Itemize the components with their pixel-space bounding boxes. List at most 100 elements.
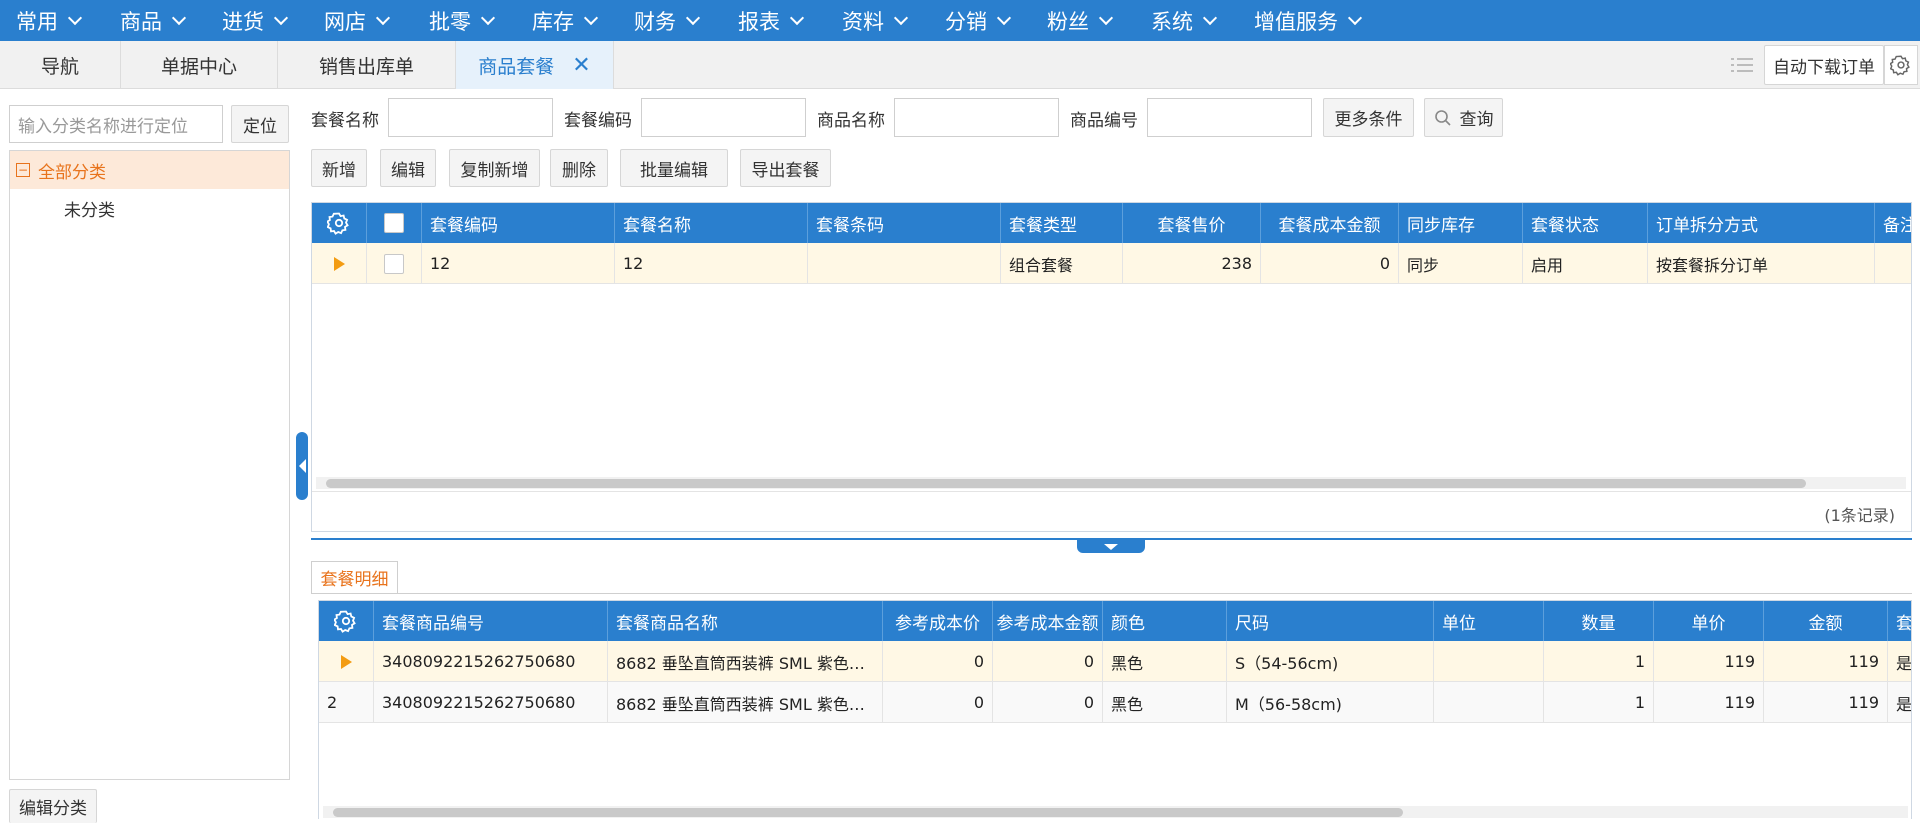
- product-code-input[interactable]: [1147, 98, 1312, 137]
- row-checkbox[interactable]: [384, 253, 404, 274]
- button-label: 编辑: [391, 160, 425, 181]
- package-code-input[interactable]: [641, 98, 806, 137]
- col-amount[interactable]: 金额: [1764, 601, 1888, 641]
- chevron-down-icon: [375, 10, 391, 25]
- gear-icon[interactable]: [1884, 45, 1918, 85]
- nav-menu-common[interactable]: 常用: [16, 0, 83, 41]
- cell-quantity: 1: [1544, 682, 1654, 723]
- more-conditions-button[interactable]: 更多条件: [1323, 98, 1414, 137]
- cell-item-name: 8682 垂坠直筒西装裤 SML 紫色…: [608, 682, 883, 723]
- close-icon[interactable]: ✕: [572, 53, 590, 78]
- tree-node-uncategorized[interactable]: 未分类: [64, 193, 115, 223]
- table-row[interactable]: 3408092215262750680 8682 垂坠直筒西装裤 SML 紫色……: [319, 641, 1911, 682]
- package-grid: 套餐编码 套餐名称 套餐条码 套餐类型 套餐售价 套餐成本金额 同步库存 套餐状…: [311, 202, 1912, 532]
- cell-size: S（54-56cm): [1227, 641, 1434, 682]
- cell-sync-inventory: 同步: [1399, 243, 1523, 284]
- col-item-name[interactable]: 套餐商品名称: [608, 601, 883, 641]
- collapse-left-icon[interactable]: [296, 432, 308, 500]
- tab-label: 单据中心: [160, 55, 237, 78]
- copy-new-button[interactable]: 复制新增: [449, 149, 540, 187]
- cell-color: 黑色: [1103, 641, 1227, 682]
- col-item-code[interactable]: 套餐商品编号: [374, 601, 608, 641]
- horizontal-scrollbar[interactable]: [316, 477, 1906, 489]
- col-package-name[interactable]: 套餐名称: [615, 203, 808, 243]
- nav-menu-product[interactable]: 商品: [120, 0, 187, 41]
- nav-menu-finance[interactable]: 财务: [634, 0, 701, 41]
- nav-menu-data[interactable]: 资料: [842, 0, 909, 41]
- col-package-cost[interactable]: 套餐成本金额: [1261, 203, 1399, 243]
- col-ref-cost[interactable]: 参考成本价: [883, 601, 993, 641]
- col-unit[interactable]: 单位: [1434, 601, 1544, 641]
- query-button[interactable]: 查询: [1424, 98, 1503, 137]
- tab-sales-outbound[interactable]: 销售出库单: [278, 41, 456, 89]
- col-package-status[interactable]: 套餐状态: [1523, 203, 1648, 243]
- row-checkbox-cell[interactable]: [367, 243, 422, 284]
- col-sync-inventory[interactable]: 同步库存: [1399, 203, 1523, 243]
- col-ref-amount[interactable]: 参考成本金额: [993, 601, 1103, 641]
- col-package-code[interactable]: 套餐编码: [422, 203, 615, 243]
- horizontal-scrollbar[interactable]: [323, 806, 1908, 818]
- button-label: 导出套餐: [751, 160, 820, 181]
- package-name-input[interactable]: [388, 98, 553, 137]
- product-name-input[interactable]: [894, 98, 1059, 137]
- scrollbar-thumb[interactable]: [326, 479, 1806, 488]
- chevron-down-icon: [1202, 10, 1218, 25]
- col-extra[interactable]: 套: [1888, 601, 1911, 641]
- nav-menu-fans[interactable]: 粉丝: [1047, 0, 1114, 41]
- col-remark[interactable]: 备注: [1875, 203, 1911, 243]
- auto-download-orders-button[interactable]: 自动下载订单: [1764, 45, 1884, 85]
- placeholder-text: 输入分类名称进行定位: [18, 116, 188, 137]
- chevron-down-icon: [273, 10, 289, 25]
- col-package-price[interactable]: 套餐售价: [1123, 203, 1261, 243]
- grid-header: 套餐编码 套餐名称 套餐条码 套餐类型 套餐售价 套餐成本金额 同步库存 套餐状…: [312, 203, 1911, 243]
- nav-menu-inventory[interactable]: 库存: [532, 0, 599, 41]
- col-package-type[interactable]: 套餐类型: [1001, 203, 1123, 243]
- tab-label: 导航: [40, 55, 79, 78]
- detail-grid-settings-gear-icon[interactable]: [319, 601, 374, 641]
- new-button[interactable]: 新增: [311, 149, 367, 187]
- col-quantity[interactable]: 数量: [1544, 601, 1654, 641]
- delete-button[interactable]: 删除: [550, 149, 608, 187]
- cell-color: 黑色: [1103, 682, 1227, 723]
- edit-button[interactable]: 编辑: [380, 149, 436, 187]
- tree-node-all-categories[interactable]: − 全部分类: [10, 151, 289, 189]
- cell-ref-amount: 0: [993, 641, 1103, 682]
- list-icon[interactable]: [1724, 49, 1760, 81]
- tree-node-label: 全部分类: [38, 162, 106, 183]
- batch-edit-button[interactable]: 批量编辑: [620, 149, 728, 187]
- nav-menu-distribution[interactable]: 分销: [945, 0, 1012, 41]
- minus-box-icon[interactable]: −: [16, 163, 30, 177]
- nav-menu-purchase[interactable]: 进货: [222, 0, 289, 41]
- tab-document-center[interactable]: 单据中心: [121, 41, 278, 89]
- cell-extra: 是: [1888, 641, 1911, 682]
- nav-menu-system[interactable]: 系统: [1151, 0, 1218, 41]
- grid-footer: (1条记录): [312, 491, 1911, 531]
- table-row[interactable]: 2 3408092215262750680 8682 垂坠直筒西装裤 SML 紫…: [319, 682, 1911, 723]
- tab-package-detail[interactable]: 套餐明细: [311, 561, 398, 593]
- button-label: 查询: [1459, 110, 1494, 130]
- export-package-button[interactable]: 导出套餐: [740, 149, 831, 187]
- nav-menu-wholesale[interactable]: 批零: [429, 0, 496, 41]
- scrollbar-thumb[interactable]: [333, 808, 1403, 817]
- nav-menu-online-store[interactable]: 网店: [324, 0, 391, 41]
- col-package-barcode[interactable]: 套餐条码: [808, 203, 1001, 243]
- category-search-input[interactable]: 输入分类名称进行定位: [9, 105, 223, 143]
- tab-navigation[interactable]: 导航: [0, 41, 121, 89]
- nav-menu-reports[interactable]: 报表: [738, 0, 805, 41]
- checkbox[interactable]: [384, 213, 404, 233]
- col-order-split[interactable]: 订单拆分方式: [1648, 203, 1875, 243]
- cell-item-code: 3408092215262750680: [374, 641, 608, 682]
- collapse-down-icon[interactable]: [1077, 540, 1145, 553]
- locate-button[interactable]: 定位: [231, 105, 289, 143]
- select-all-checkbox[interactable]: [367, 203, 422, 243]
- grid-settings-gear-icon[interactable]: [312, 203, 367, 243]
- col-color[interactable]: 颜色: [1103, 601, 1227, 641]
- nav-menu-value-added[interactable]: 增值服务: [1254, 0, 1363, 41]
- cell-order-split: 按套餐拆分订单: [1648, 243, 1875, 284]
- edit-category-button[interactable]: 编辑分类: [9, 789, 97, 823]
- cell-package-status: 启用: [1523, 243, 1648, 284]
- col-size[interactable]: 尺码: [1227, 601, 1434, 641]
- col-unit-price[interactable]: 单价: [1654, 601, 1764, 641]
- table-row[interactable]: 12 12 组合套餐 238 0 同步 启用 按套餐拆分订单: [312, 243, 1911, 284]
- tab-product-package[interactable]: 商品套餐 ✕: [456, 41, 614, 89]
